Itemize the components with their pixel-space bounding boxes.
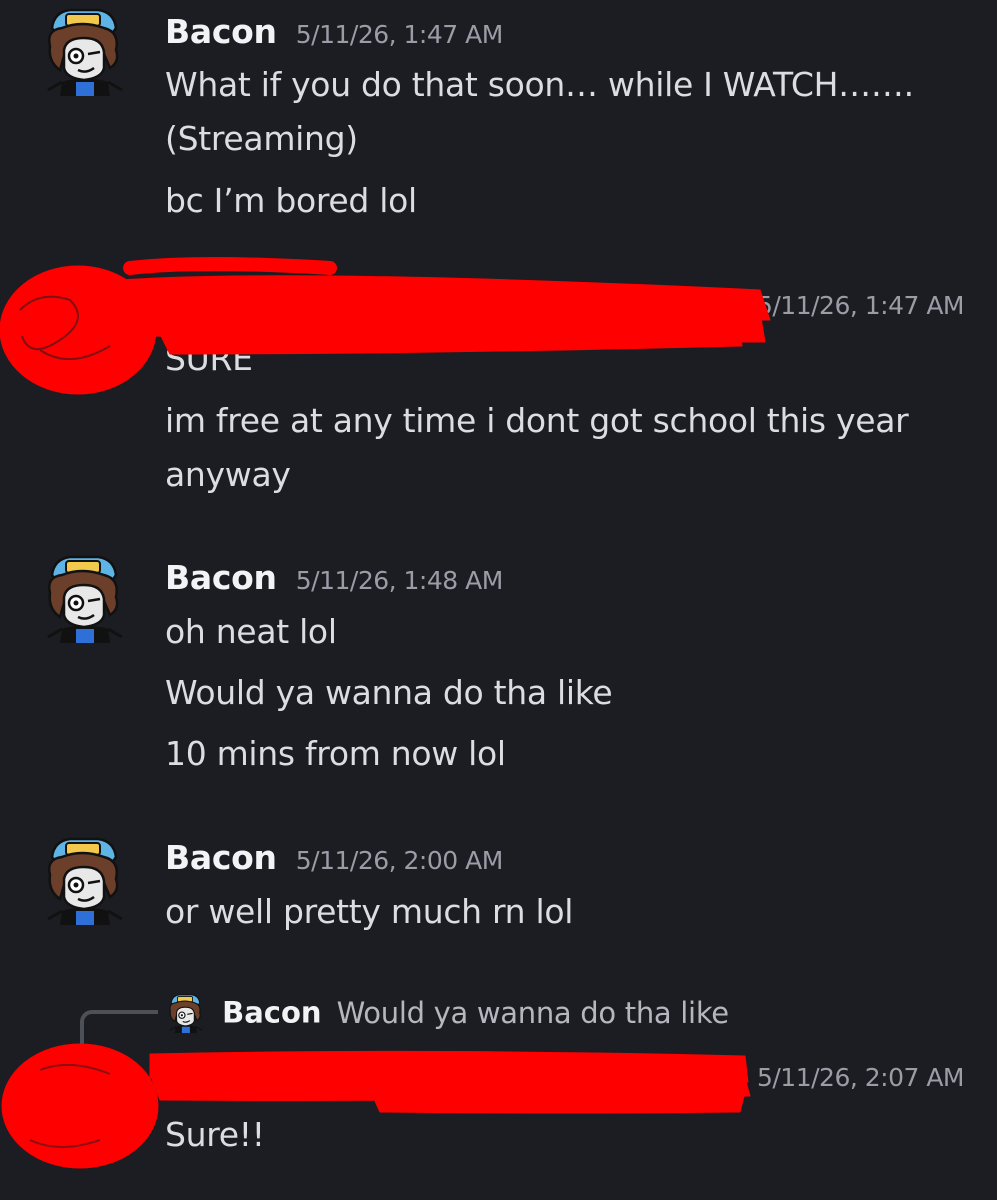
bacon-avatar-icon[interactable] xyxy=(42,553,124,643)
timestamp: 5/11/26, 1:47 AM xyxy=(295,20,504,49)
message-text: Would ya wanna do tha like xyxy=(165,673,613,712)
timestamp: 5/11/26, 2:00 AM xyxy=(295,846,504,875)
bacon-avatar-icon[interactable] xyxy=(42,835,124,925)
username[interactable]: Bacon xyxy=(165,12,277,51)
username[interactable]: Bacon xyxy=(165,838,277,877)
message-text: bc I’m bored lol xyxy=(165,181,417,220)
reply-preview[interactable]: Bacon Would ya wanna do tha like xyxy=(165,990,729,1035)
message-text: Sure!! xyxy=(165,1115,265,1154)
bacon-avatar-icon xyxy=(165,993,205,1033)
message-text: anyway xyxy=(165,455,291,494)
message-header: Bacon 5/11/26, 1:47 AM xyxy=(165,10,503,54)
reply-username: Bacon xyxy=(222,995,322,1030)
message-text: SURE xyxy=(165,339,253,378)
message-header: Bacon 5/11/26, 1:48 AM xyxy=(165,556,503,600)
message-text: What if you do that soon… while I WATCH…… xyxy=(165,65,914,104)
timestamp: 5/11/26, 1:48 AM xyxy=(295,566,504,595)
chat-log: Bacon 5/11/26, 1:47 AM What if you do th… xyxy=(0,0,997,1200)
message-text: (Streaming) xyxy=(165,119,358,158)
message-text: 10 mins from now lol xyxy=(165,734,506,773)
username[interactable]: Bacon xyxy=(165,558,277,597)
message-text: or well pretty much rn lol xyxy=(165,892,574,931)
redaction-scribble xyxy=(0,257,771,395)
reply-connector xyxy=(80,1010,158,1060)
message-header: Bacon 5/11/26, 2:00 AM xyxy=(165,836,503,880)
message-text: oh neat lol xyxy=(165,612,337,651)
bacon-avatar-icon[interactable] xyxy=(42,6,124,96)
message-text: im free at any time i dont got school th… xyxy=(165,401,909,440)
timestamp: 5/11/26, 1:47 AM xyxy=(756,291,965,320)
reply-text: Would ya wanna do tha like xyxy=(336,995,730,1030)
timestamp: 5/11/26, 2:07 AM xyxy=(756,1063,965,1092)
